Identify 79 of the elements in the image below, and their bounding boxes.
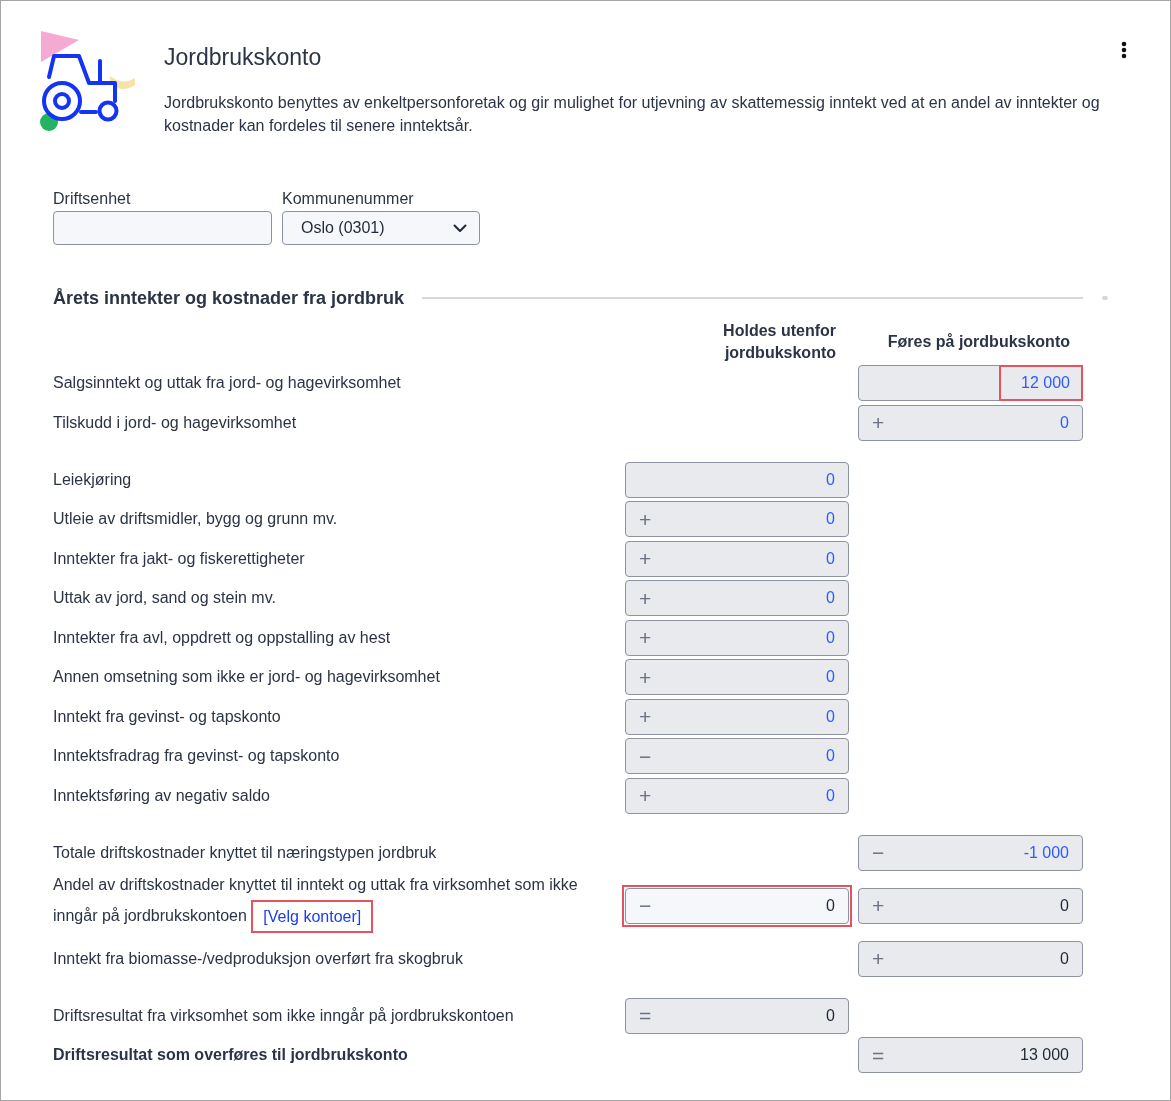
field-label: Kommunenummer [282, 190, 415, 208]
row-label: Inntekter fra jakt- og fiskerettigheter [53, 548, 306, 569]
amount-field[interactable]: 0 [625, 461, 849, 498]
operator-sign: + [871, 948, 885, 969]
row-label: Salgsinntekt og uttak fra jord- og hagevirksomhet [53, 373, 402, 393]
amount-value: 0 [826, 509, 836, 529]
operator-sign: + [638, 548, 652, 569]
tractor-icon [38, 29, 136, 131]
amount-value: 0 [1060, 412, 1070, 433]
operator-sign: − [638, 745, 652, 767]
operator-sign: + [638, 785, 652, 806]
amount-value: 0 [826, 469, 836, 490]
row-label: Inntektsføring av negativ saldo [53, 785, 271, 806]
operator-sign: = [871, 1044, 885, 1066]
amount-value: 0 [826, 627, 836, 648]
amount-field[interactable]: − 0 [625, 887, 849, 924]
row-label: Tilskudd i jord- og hagevirksomhet [53, 412, 298, 433]
row-label: Totale driftskostnader knyttet til næringstypen jordbruk [53, 842, 438, 863]
amount-field[interactable]: − 0 [625, 738, 849, 774]
amount-value: 0 [826, 1005, 836, 1026]
row-label: Leiekjøring [53, 469, 133, 490]
page-description: Jordbrukskonto benyttes av enkeltpersonforetak og gir mulighet for utjevning av skattemessig inntekt ved at en andel av inntekter og kostnader kan fordeles til senere inntektsår. [164, 93, 1101, 136]
operator-sign: + [871, 412, 885, 433]
amount-value: 0 [826, 667, 836, 687]
row-label: Uttak av jord, sand og stein mv. [53, 588, 277, 608]
accounts-link[interactable]: [Velg kontoer] [251, 900, 374, 933]
column-heading: Holdes utenfor jordbukskonto [722, 321, 836, 363]
row-label: Inntekt fra biomasse-/vedproduksjon overført fra skogbruk [53, 948, 464, 969]
amount-field[interactable]: + 0 [625, 580, 849, 616]
more-icon [1121, 41, 1127, 59]
amount-field[interactable]: + 0 [625, 619, 849, 656]
operator-sign: + [638, 587, 652, 609]
amount-field[interactable]: + 0 [858, 940, 1083, 977]
row-label: Driftsresultat fra virksomhet som ikke inngår på jordbrukskontoen [53, 1005, 515, 1026]
row-label: Andel av driftskostnader knyttet til inntekt og uttak fra virksomhet som ikke inngår på jordbrukskontoen [Velg kontoer] [53, 874, 616, 937]
amount-field[interactable]: + 0 [625, 777, 849, 814]
amount-value: 0 [826, 785, 836, 806]
field-label: Driftsenhet [53, 190, 132, 208]
chevron-down-icon [453, 223, 467, 233]
amount-value: 0 [826, 588, 836, 608]
operator-sign: − [638, 895, 652, 916]
operator-sign: + [638, 627, 652, 648]
operator-sign: + [871, 895, 885, 916]
row-label: Inntektsfradrag fra gevinst- og tapskonto [53, 746, 341, 766]
amount-value: 0 [826, 746, 836, 766]
row-label: Inntekter fra avl, oppdrett og oppstalling av hest [53, 627, 392, 648]
column-heading: Føres på jordbukskonto [887, 332, 1070, 352]
amount-value: 0 [826, 706, 836, 727]
page-title: Jordbrukskonto [164, 43, 323, 71]
row-label: Annen omsetning som ikke er jord- og hagevirksomhet [53, 667, 441, 687]
amount-value: -1 000 [1023, 842, 1070, 863]
row-label: Inntekt fra gevinst- og tapskonto [53, 706, 282, 727]
amount-value: 0 [826, 895, 836, 916]
amount-field[interactable]: + 0 [625, 659, 849, 695]
municipality-select[interactable]: Oslo (0301) [282, 211, 480, 245]
amount-field[interactable]: − -1 000 [858, 834, 1083, 871]
operator-sign: = [638, 1005, 652, 1026]
amount-field[interactable]: + 0 [625, 501, 849, 537]
operator-sign: + [638, 508, 652, 530]
amount-field[interactable]: + 0 [858, 404, 1083, 441]
section-title: Årets inntekter og kostnader fra jordbruk [53, 287, 405, 310]
text-input[interactable] [53, 211, 272, 245]
amount-field[interactable]: = 0 [625, 997, 849, 1034]
amount-field[interactable]: + 0 [625, 698, 849, 735]
amount-field[interactable]: 12 000 [858, 365, 1083, 401]
row-label: Utleie av driftsmidler, bygg og grunn mv. [53, 509, 339, 529]
amount-value: 12 000 [999, 365, 1083, 401]
amount-value: 0 [1060, 948, 1070, 969]
more-button[interactable] [1120, 40, 1128, 60]
amount-field[interactable]: = 13 000 [858, 1037, 1083, 1073]
row-label: Driftsresultat som overføres til jordbrukskonto [53, 1045, 409, 1065]
amount-value: 0 [826, 548, 836, 569]
operator-sign: + [638, 706, 652, 727]
operator-sign: + [638, 666, 652, 688]
amount-field[interactable]: + 0 [858, 887, 1083, 924]
operator-sign: − [871, 842, 885, 863]
amount-value: 13 000 [1020, 1045, 1070, 1065]
amount-field[interactable]: + 0 [625, 540, 849, 577]
amount-value: 0 [1060, 895, 1070, 916]
